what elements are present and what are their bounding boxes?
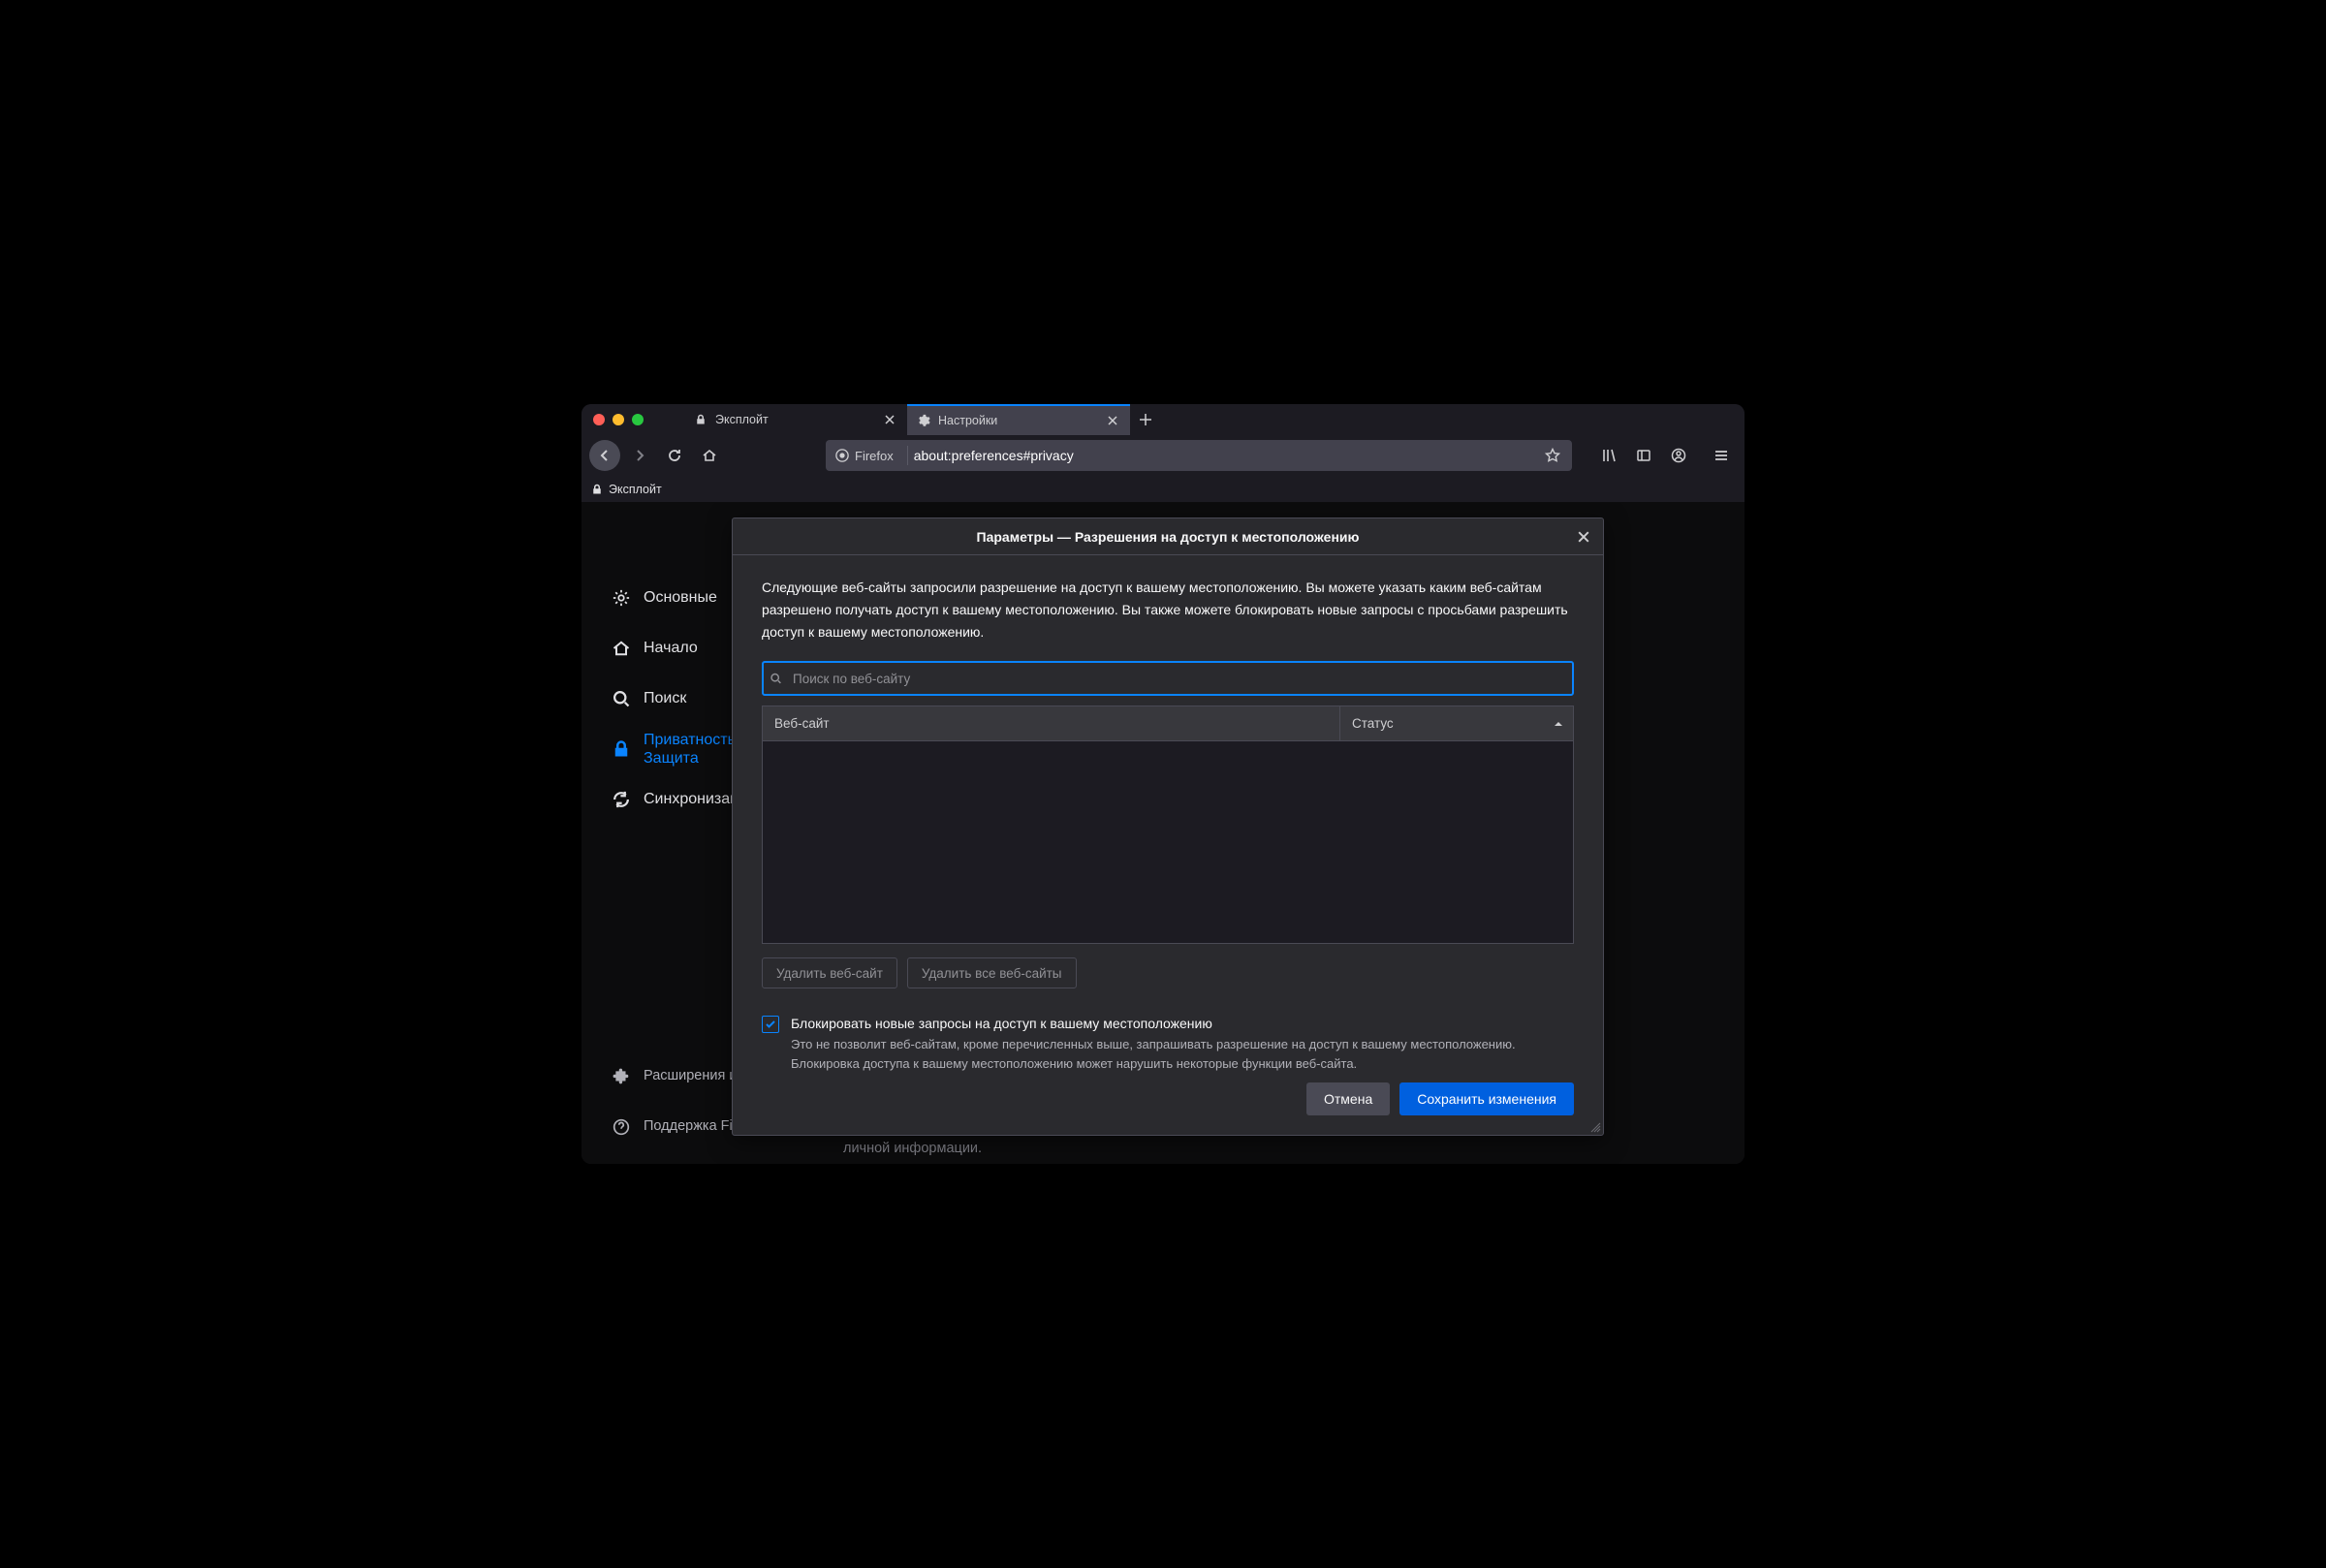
tab-exploit[interactable]: Эксплойт [684, 404, 907, 435]
resize-grip-icon[interactable] [1589, 1121, 1601, 1133]
tab-settings[interactable]: Настройки [907, 404, 1130, 435]
home-icon [611, 638, 632, 659]
new-tab-button[interactable] [1130, 404, 1161, 435]
library-button[interactable] [1593, 440, 1624, 471]
title-bar: Эксплойт Настройки [582, 404, 1744, 435]
reload-button[interactable] [659, 440, 690, 471]
column-site[interactable]: Веб-сайт [763, 706, 1340, 740]
home-button[interactable] [694, 440, 725, 471]
back-button[interactable] [589, 440, 620, 471]
close-tab-icon[interactable] [882, 412, 897, 427]
close-window-button[interactable] [593, 414, 605, 425]
lock-icon [611, 738, 632, 760]
lock-icon [694, 413, 707, 426]
block-help-text: Это не позволит веб-сайтам, кроме перечи… [791, 1035, 1574, 1073]
remove-site-button[interactable]: Удалить веб-сайт [762, 957, 897, 988]
dialog-close-button[interactable] [1572, 525, 1595, 549]
lock-icon [591, 484, 603, 495]
dialog-title-bar: Параметры — Разрешения на доступ к место… [733, 518, 1603, 555]
minimize-window-button[interactable] [613, 414, 624, 425]
gear-icon [917, 414, 930, 427]
block-new-requests-row: Блокировать новые запросы на доступ к ва… [762, 1016, 1574, 1073]
save-button[interactable]: Сохранить изменения [1399, 1082, 1574, 1115]
background-text: личной информации. [843, 1141, 982, 1156]
puzzle-icon [611, 1066, 632, 1087]
sync-icon [611, 789, 632, 810]
location-permissions-dialog: Параметры — Разрешения на доступ к место… [732, 517, 1604, 1136]
sidebar-item-label: Начало [644, 639, 698, 657]
window-controls [582, 404, 655, 435]
search-icon [611, 688, 632, 709]
bookmark-star-icon[interactable] [1539, 448, 1566, 463]
bookmark-item[interactable]: Эксплойт [591, 483, 662, 496]
tab-label: Эксплойт [715, 413, 874, 426]
dialog-body: Следующие веб-сайты запросили разрешение… [733, 555, 1603, 1135]
brand-label: Firefox [855, 449, 894, 463]
site-list[interactable] [762, 740, 1574, 944]
remove-all-sites-button[interactable]: Удалить все веб-сайты [907, 957, 1077, 988]
app-menu-button[interactable] [1706, 440, 1737, 471]
nav-toolbar: Firefox about:preferences#privacy [582, 435, 1744, 476]
sidebar-item-label: Поиск [644, 689, 686, 707]
search-row [762, 661, 1574, 696]
dialog-title: Параметры — Разрешения на доступ к место… [977, 529, 1360, 545]
account-button[interactable] [1663, 440, 1694, 471]
url-bar[interactable]: Firefox about:preferences#privacy [826, 440, 1572, 471]
dialog-footer: Отмена Сохранить изменения [762, 1073, 1574, 1115]
maximize-window-button[interactable] [632, 414, 644, 425]
url-text: about:preferences#privacy [914, 448, 1533, 463]
block-checkbox[interactable] [762, 1016, 779, 1033]
preferences-content: Основные Начало Поиск Приватность и Защи… [582, 503, 1744, 1164]
tab-strip: Эксплойт Настройки [684, 404, 1161, 435]
close-tab-icon[interactable] [1105, 413, 1120, 428]
tab-label: Настройки [938, 414, 1097, 427]
remove-buttons-row: Удалить веб-сайт Удалить все веб-сайты [762, 957, 1574, 988]
block-label: Блокировать новые запросы на доступ к ва… [791, 1016, 1574, 1031]
bookmark-label: Эксплойт [609, 483, 662, 496]
column-status[interactable]: Статус [1340, 706, 1573, 740]
sort-up-icon [1554, 719, 1563, 729]
toolbar-right [1593, 440, 1737, 471]
forward-button[interactable] [624, 440, 655, 471]
table-header: Веб-сайт Статус [762, 706, 1574, 740]
separator [907, 446, 908, 465]
browser-window: Эксплойт Настройки [582, 404, 1744, 1164]
identity-box[interactable]: Firefox [832, 444, 901, 467]
dialog-description: Следующие веб-сайты запросили разрешение… [762, 577, 1574, 643]
bookmarks-bar: Эксплойт [582, 476, 1744, 503]
help-icon [611, 1116, 632, 1138]
cancel-button[interactable]: Отмена [1306, 1082, 1390, 1115]
sidebar-item-label: Основные [644, 588, 717, 607]
search-icon [770, 673, 782, 685]
site-search-input[interactable] [762, 661, 1574, 696]
sidebar-button[interactable] [1628, 440, 1659, 471]
gear-icon [611, 587, 632, 609]
